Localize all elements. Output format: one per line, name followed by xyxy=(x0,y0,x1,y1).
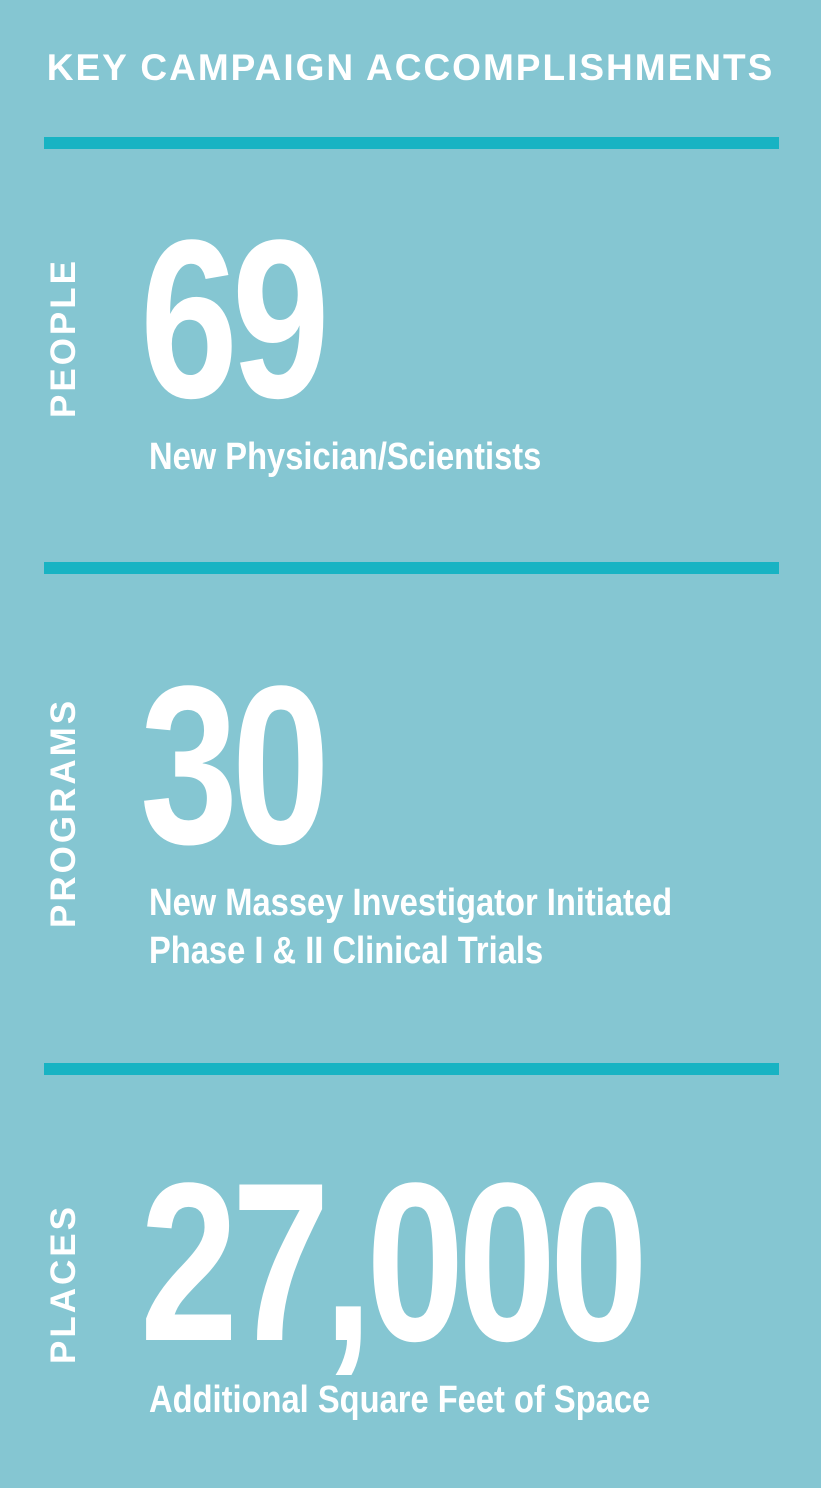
stat-description-programs: New Massey Investigator Initiated Phase … xyxy=(149,879,672,975)
divider xyxy=(44,562,779,574)
stat-value-places: 27,000 xyxy=(140,1135,648,1388)
section-label-places: PLACES xyxy=(44,1204,83,1364)
section-label-people: PEOPLE xyxy=(44,258,83,418)
stat-description-places: Additional Square Feet of Space xyxy=(149,1376,650,1424)
divider xyxy=(44,1063,779,1075)
divider xyxy=(44,137,779,149)
stat-description-line: Additional Square Feet of Space xyxy=(149,1379,651,1421)
stat-value-people: 69 xyxy=(140,192,330,445)
stat-description-line: New Massey Investigator Initiated xyxy=(149,882,673,924)
section-label-programs: PROGRAMS xyxy=(44,697,83,928)
stat-value-programs: 30 xyxy=(140,638,330,891)
stat-description-line: Phase I & II Clinical Trials xyxy=(149,930,544,972)
stat-description-line: New Physician/Scientists xyxy=(149,436,542,478)
page-title: KEY CAMPAIGN ACCOMPLISHMENTS xyxy=(46,47,775,88)
stat-description-people: New Physician/Scientists xyxy=(149,433,541,481)
